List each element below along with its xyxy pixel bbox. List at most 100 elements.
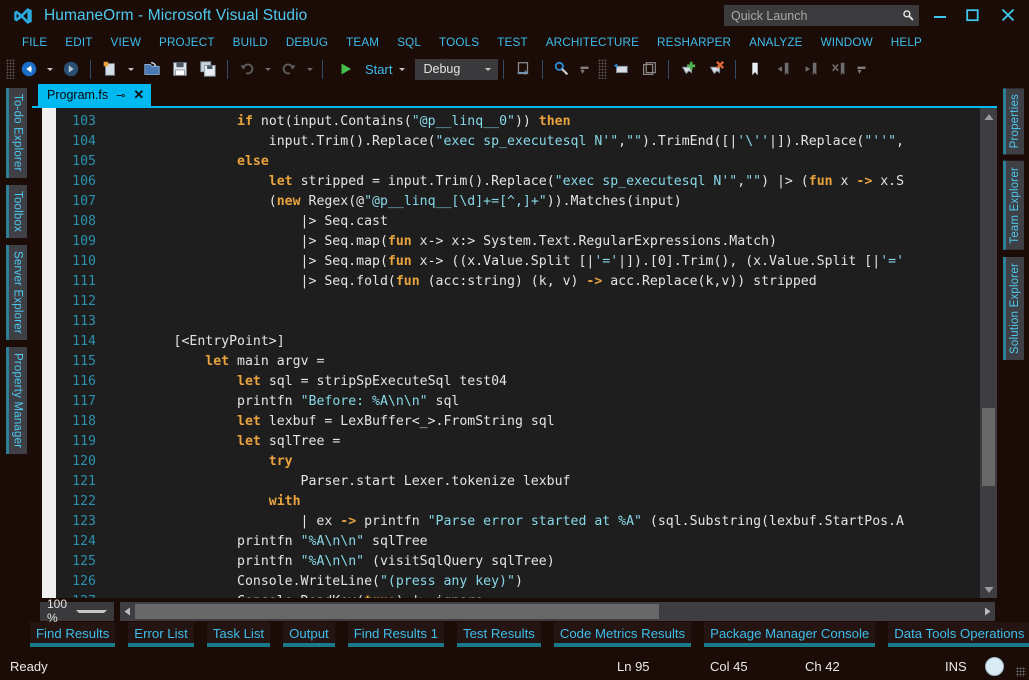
code-line: 124 printfn "%A\n\n" sqlTree bbox=[56, 532, 997, 552]
menu-item-architecture[interactable]: ARCHITECTURE bbox=[537, 36, 648, 49]
resize-grip-icon[interactable] bbox=[1016, 667, 1026, 677]
menu-item-resharper[interactable]: RESHARPER bbox=[648, 36, 740, 49]
navigate-back-dropdown-icon[interactable] bbox=[47, 67, 53, 71]
scroll-down-arrow-icon[interactable] bbox=[980, 581, 997, 598]
add-bookmark-icon[interactable] bbox=[674, 57, 702, 81]
tab-task-list[interactable]: Task List bbox=[206, 622, 271, 647]
close-tab-icon[interactable]: ✕ bbox=[133, 87, 144, 103]
sidebar-item-todo-explorer[interactable]: To-do Explorer bbox=[5, 88, 27, 178]
remove-bookmark-icon[interactable] bbox=[702, 57, 730, 81]
toolbar-separator bbox=[735, 59, 737, 79]
save-icon[interactable] bbox=[166, 57, 194, 81]
tab-find-results-1[interactable]: Find Results 1 bbox=[347, 622, 444, 647]
code-line: 107 (new Regex(@"@p__linq__[\d]+=[^,]+")… bbox=[56, 192, 997, 212]
document-tab-program-fs[interactable]: Program.fs ⊸ ✕ bbox=[38, 84, 152, 106]
start-debug-button[interactable]: Start bbox=[332, 57, 409, 81]
menu-item-file[interactable]: FILE bbox=[13, 36, 56, 49]
navigate-back-icon[interactable] bbox=[15, 57, 43, 81]
menu-item-analyze[interactable]: ANALYZE bbox=[740, 36, 811, 49]
undo-icon[interactable] bbox=[233, 57, 261, 81]
new-item-dropdown-icon[interactable] bbox=[128, 67, 134, 71]
tab-find-results[interactable]: Find Results bbox=[30, 622, 116, 647]
redo-dropdown-icon[interactable] bbox=[307, 67, 313, 71]
chevron-down-icon[interactable] bbox=[76, 609, 107, 613]
line-number: 120 bbox=[72, 454, 96, 469]
menu-item-test[interactable]: TEST bbox=[488, 36, 536, 49]
tab-data-tools-operations[interactable]: Data Tools Operations bbox=[888, 622, 1029, 647]
tab-error-list[interactable]: Error List bbox=[128, 622, 194, 647]
scroll-up-arrow-icon[interactable] bbox=[980, 108, 997, 125]
editor-track-margin bbox=[32, 108, 42, 598]
tab-package-manager-console[interactable]: Package Manager Console bbox=[704, 622, 876, 647]
menu-item-window[interactable]: WINDOW bbox=[812, 36, 882, 49]
toolbar-grip[interactable] bbox=[6, 59, 15, 79]
zoom-level-select[interactable]: 100 % bbox=[40, 597, 114, 625]
sidebar-item-toolbox[interactable]: Toolbox bbox=[5, 184, 27, 238]
minimize-icon[interactable] bbox=[923, 0, 957, 30]
code-viewport[interactable]: 103 if not(input.Contains("@p__linq__0")… bbox=[56, 108, 997, 598]
open-file-icon[interactable] bbox=[138, 57, 166, 81]
vertical-scrollbar-thumb[interactable] bbox=[982, 408, 995, 486]
code-token: "Before: %A\n\n" bbox=[300, 394, 428, 409]
uncomment-selection-icon[interactable] bbox=[635, 57, 663, 81]
code-editor[interactable]: 103 if not(input.Contains("@p__linq__0")… bbox=[32, 106, 997, 598]
editor-horizontal-scrollbar[interactable] bbox=[120, 601, 995, 621]
pin-icon[interactable]: ⊸ bbox=[116, 89, 125, 102]
toolbar-grip[interactable] bbox=[598, 59, 608, 79]
menu-item-edit[interactable]: EDIT bbox=[56, 36, 101, 49]
clear-bookmarks-icon[interactable] bbox=[825, 57, 853, 81]
code-token: -> bbox=[586, 274, 603, 289]
sidebar-item-solution-explorer[interactable]: Solution Explorer bbox=[1002, 257, 1024, 361]
menu-item-view[interactable]: VIEW bbox=[102, 36, 150, 49]
close-icon[interactable] bbox=[991, 0, 1025, 30]
sidebar-item-property-manager[interactable]: Property Manager bbox=[5, 346, 27, 454]
start-dropdown-icon[interactable] bbox=[399, 67, 406, 71]
start-play-icon[interactable] bbox=[332, 57, 360, 81]
quick-launch-box[interactable] bbox=[724, 5, 919, 26]
code-line: 123 | ex -> printfn "Parse error started… bbox=[56, 512, 997, 532]
menu-item-help[interactable]: HELP bbox=[882, 36, 931, 49]
bookmark-icon[interactable] bbox=[741, 57, 769, 81]
menu-item-sql[interactable]: SQL bbox=[388, 36, 430, 49]
maximize-icon[interactable] bbox=[955, 0, 989, 30]
code-token: let bbox=[268, 174, 293, 189]
menu-item-project[interactable]: PROJECT bbox=[150, 36, 224, 49]
search-icon[interactable] bbox=[897, 5, 919, 26]
scroll-left-arrow-icon[interactable] bbox=[120, 601, 135, 621]
toolbar-overflow-icon[interactable]: ▬ ▾ bbox=[856, 63, 866, 76]
toolbar-overflow-icon[interactable]: ▬ ▾ bbox=[579, 63, 589, 76]
menu-item-debug[interactable]: DEBUG bbox=[277, 36, 337, 49]
horizontal-scrollbar-track[interactable] bbox=[135, 601, 980, 621]
next-bookmark-icon[interactable] bbox=[797, 57, 825, 81]
line-number: 112 bbox=[72, 294, 96, 309]
save-all-icon[interactable] bbox=[194, 57, 222, 81]
sidebar-item-server-explorer[interactable]: Server Explorer bbox=[5, 244, 27, 340]
code-line: 115 let main argv = bbox=[56, 352, 997, 372]
new-item-icon[interactable] bbox=[96, 57, 124, 81]
code-line: 116 let sql = stripSpExecuteSql test04 bbox=[56, 372, 997, 392]
step-into-icon[interactable] bbox=[509, 57, 537, 81]
visual-studio-window: HumaneOrm - Microsoft Visual Studio FILE… bbox=[0, 0, 1029, 680]
chevron-down-icon[interactable] bbox=[485, 67, 492, 71]
scroll-right-arrow-icon[interactable] bbox=[980, 601, 995, 621]
undo-dropdown-icon[interactable] bbox=[265, 67, 271, 71]
editor-vertical-scrollbar[interactable] bbox=[980, 108, 997, 598]
sidebar-item-properties[interactable]: Properties bbox=[1002, 88, 1024, 155]
menu-item-build[interactable]: BUILD bbox=[224, 36, 277, 49]
horizontal-scrollbar-thumb[interactable] bbox=[135, 603, 659, 619]
previous-bookmark-icon[interactable] bbox=[769, 57, 797, 81]
comment-selection-icon[interactable] bbox=[607, 57, 635, 81]
redo-icon[interactable] bbox=[275, 57, 303, 81]
menu-item-tools[interactable]: TOOLS bbox=[430, 36, 488, 49]
tab-output[interactable]: Output bbox=[283, 622, 335, 647]
navigate-forward-icon[interactable] bbox=[57, 57, 85, 81]
solution-configuration-select[interactable]: Debug bbox=[415, 58, 499, 80]
sidebar-item-team-explorer[interactable]: Team Explorer bbox=[1002, 161, 1024, 251]
find-in-files-icon[interactable] bbox=[548, 57, 576, 81]
menu-item-team[interactable]: TEAM bbox=[337, 36, 388, 49]
quick-launch-input[interactable] bbox=[724, 7, 897, 24]
tab-test-results[interactable]: Test Results bbox=[457, 622, 541, 647]
editor-area: Program.fs ⊸ ✕ 103 if not(input.Contains… bbox=[32, 84, 997, 625]
tab-code-metrics-results[interactable]: Code Metrics Results bbox=[553, 622, 692, 647]
